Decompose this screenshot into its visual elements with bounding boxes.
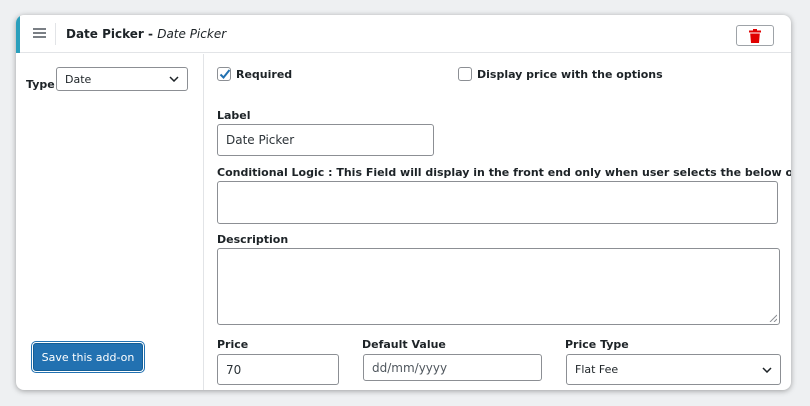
price-type-value: Flat Fee	[575, 363, 619, 376]
required-label: Required	[236, 67, 293, 81]
label-field-label: Label	[217, 109, 251, 122]
price-input[interactable]: 70	[217, 354, 339, 385]
card-header: Date Picker - Date Picker	[16, 15, 791, 53]
description-textarea[interactable]	[217, 248, 780, 325]
price-label: Price	[217, 338, 249, 351]
delete-button[interactable]	[736, 25, 774, 46]
default-value-placeholder: dd/mm/yyyy	[372, 360, 448, 375]
conditional-logic-label: Conditional Logic : This Field will disp…	[217, 166, 791, 179]
title-separator: -	[143, 27, 158, 41]
accent-bar	[16, 15, 20, 53]
price-input-value: 70	[226, 362, 242, 377]
chevron-down-icon	[762, 366, 772, 373]
default-value-label: Default Value	[362, 338, 446, 351]
trash-icon	[749, 29, 761, 43]
display-price-option[interactable]: Display price with the options	[458, 67, 663, 81]
type-select-value: Date	[65, 72, 92, 86]
type-label: Type	[26, 78, 55, 91]
hamburger-icon[interactable]	[33, 28, 46, 39]
title-main: Date Picker	[66, 27, 144, 41]
default-value-input[interactable]: dd/mm/yyyy	[363, 354, 542, 381]
display-price-checkbox[interactable]	[458, 67, 472, 81]
conditional-logic-input[interactable]	[217, 181, 778, 224]
display-price-label: Display price with the options	[477, 67, 663, 81]
title-subtitle: Date Picker	[157, 27, 227, 41]
addon-card: Date Picker - Date Picker Type Date Save…	[16, 15, 791, 390]
required-option[interactable]: Required	[217, 67, 292, 81]
price-type-select[interactable]: Flat Fee	[566, 354, 781, 385]
left-column: Type Date Save this add-on	[16, 54, 204, 390]
field-settings: Required Display price with the options …	[216, 54, 791, 390]
label-input[interactable]: Date Picker	[217, 124, 434, 156]
description-label: Description	[217, 233, 289, 246]
type-select[interactable]: Date	[56, 67, 188, 91]
price-type-label: Price Type	[565, 338, 629, 351]
label-input-value: Date Picker	[226, 133, 295, 147]
save-addon-button[interactable]: Save this add-on	[33, 343, 143, 371]
chevron-down-icon	[169, 76, 179, 82]
card-title: Date Picker - Date Picker	[66, 26, 226, 42]
required-checkbox[interactable]	[217, 67, 231, 81]
header-divider	[55, 23, 56, 45]
checkmark-icon	[219, 69, 231, 79]
resize-handle-icon[interactable]	[769, 314, 777, 322]
